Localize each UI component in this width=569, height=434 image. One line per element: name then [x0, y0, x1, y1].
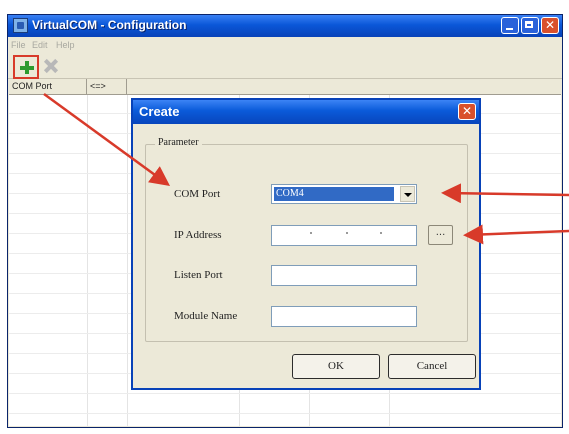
minimize-icon[interactable] — [501, 17, 519, 34]
dialog-title-bar[interactable]: Create ✕ — [133, 100, 479, 124]
listen-port-field[interactable] — [271, 265, 417, 286]
main-title-bar[interactable]: VirtualCOM - Configuration ✕ — [8, 15, 562, 37]
toolbar — [8, 54, 562, 79]
app-icon — [13, 18, 28, 33]
group-label: Parameter — [155, 137, 202, 148]
menu-edit[interactable]: Edit — [32, 40, 48, 50]
x-icon[interactable] — [42, 57, 60, 75]
grid-line — [9, 413, 561, 414]
menu-help[interactable]: Help — [56, 40, 75, 50]
close-icon[interactable]: ✕ — [541, 17, 559, 34]
column-com-port[interactable]: COM Port — [9, 79, 87, 94]
module-name-label: Module Name — [174, 310, 238, 322]
ip-separator — [380, 232, 382, 234]
ip-address-label: IP Address — [174, 229, 222, 241]
module-name-field[interactable] — [271, 306, 417, 327]
menu-file[interactable]: File — [11, 40, 26, 50]
grid-line — [127, 95, 128, 426]
dialog-close-icon[interactable]: ✕ — [458, 103, 476, 120]
com-port-label: COM Port — [174, 188, 221, 200]
browse-button[interactable]: ... — [428, 225, 453, 245]
dialog-title: Create — [139, 104, 180, 119]
maximize-icon[interactable] — [521, 17, 539, 34]
ip-separator — [346, 232, 348, 234]
main-window-title: VirtualCOM - Configuration — [32, 18, 187, 32]
com-port-select[interactable]: COM4 — [271, 184, 417, 204]
ok-button[interactable]: OK — [292, 354, 380, 379]
menu-bar: File Edit Help — [8, 37, 562, 54]
ip-address-field[interactable] — [271, 225, 417, 246]
grid-line — [87, 95, 88, 426]
chevron-down-icon[interactable] — [400, 186, 415, 202]
grid-line — [9, 393, 561, 394]
create-dialog: Create ✕ Parameter COM Port COM4 IP Addr… — [131, 98, 481, 390]
ip-separator — [310, 232, 312, 234]
listen-port-label: Listen Port — [174, 269, 223, 281]
list-header: COM Port <=> — [9, 79, 561, 95]
plus-icon[interactable] — [13, 55, 39, 79]
com-port-value: COM4 — [274, 187, 394, 201]
column-direction[interactable]: <=> — [87, 79, 127, 94]
cancel-button[interactable]: Cancel — [388, 354, 476, 379]
